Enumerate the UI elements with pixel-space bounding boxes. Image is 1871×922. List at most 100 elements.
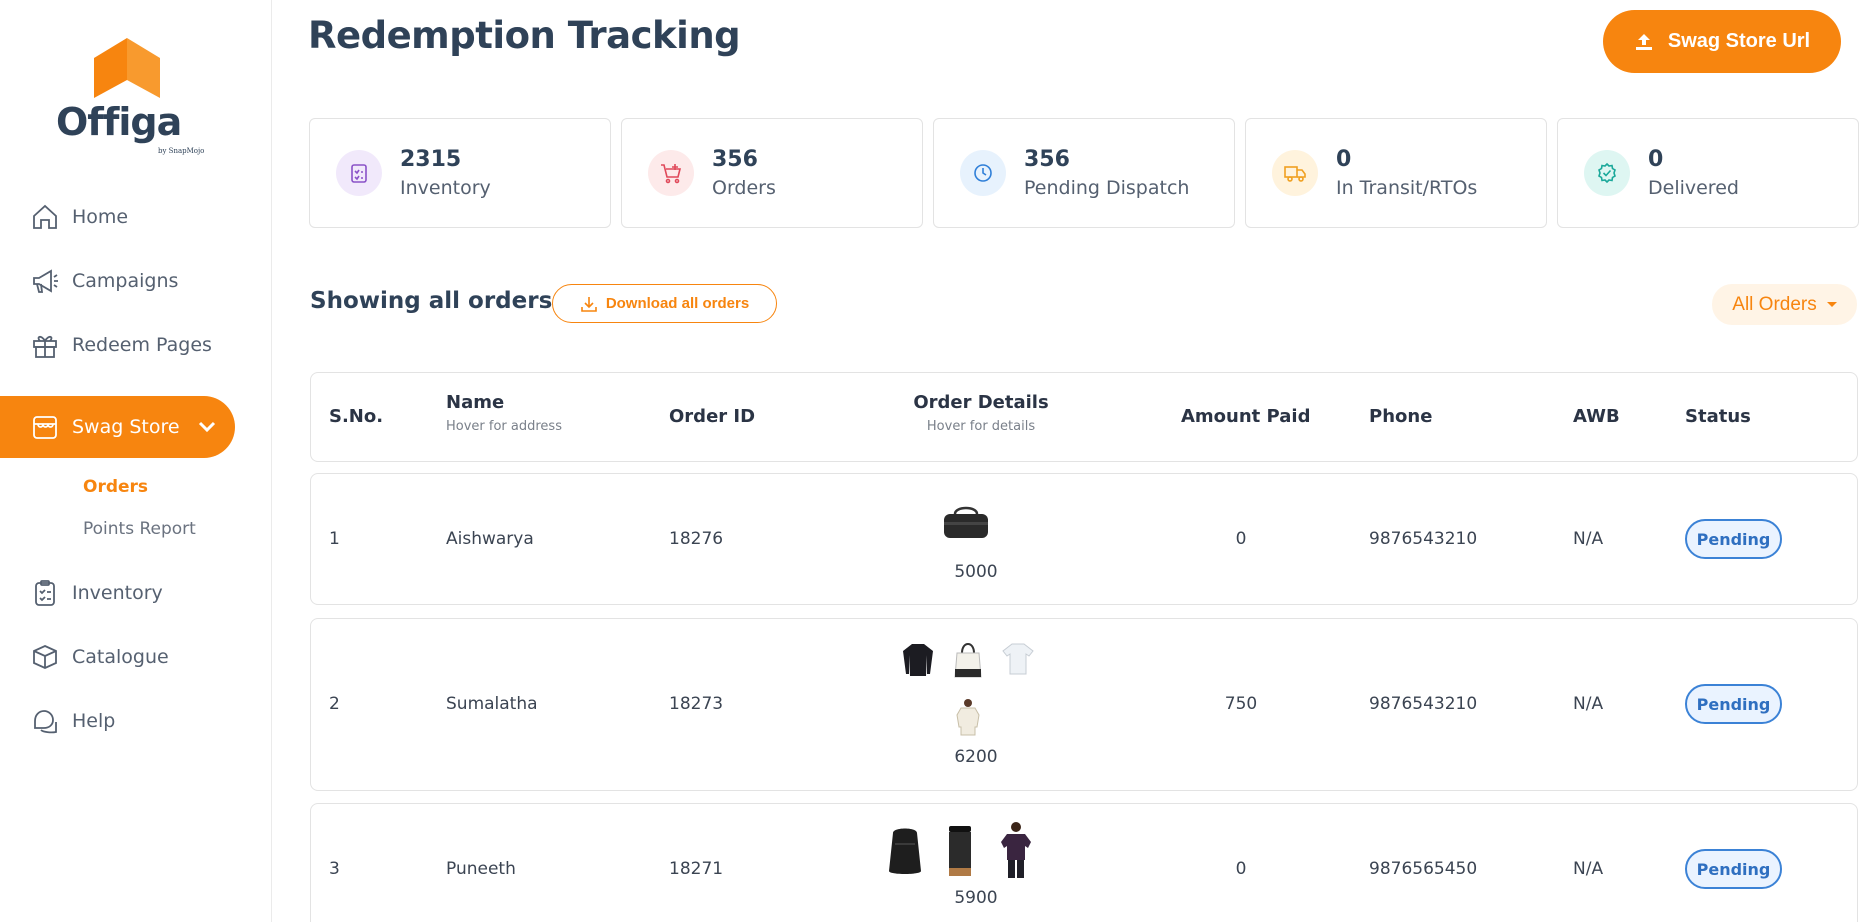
tshirt-model-image[interactable]	[997, 820, 1035, 880]
column-header-phone: Phone	[1369, 406, 1433, 427]
offiga-logo[interactable]: Offiga by SnapMojo	[56, 38, 206, 158]
tote-bag-image[interactable]	[951, 639, 985, 679]
sidebar-item-label: Help	[72, 710, 116, 732]
sidebar-item-help[interactable]: Help	[0, 697, 240, 745]
table-row[interactable]: 3 Puneeth 18271 5900 0 9876565450 N/A Pe…	[310, 803, 1858, 922]
download-icon	[580, 295, 598, 313]
stat-card-in-transit: 0 In Transit/RTOs	[1245, 118, 1547, 228]
download-all-orders-button[interactable]: Download all orders	[552, 284, 777, 323]
swag-store-url-label: Swag Store Url	[1667, 30, 1811, 52]
sidebar-item-label: Campaigns	[72, 270, 179, 292]
cell-awb: N/A	[1573, 529, 1604, 549]
cell-order-points: 5900	[954, 888, 998, 908]
clipboard-icon	[30, 578, 60, 608]
clipboard-icon	[336, 150, 382, 196]
stat-value: 0	[1336, 147, 1352, 172]
stat-card-pending-dispatch: 356 Pending Dispatch	[933, 118, 1235, 228]
cell-order-id: 18273	[669, 694, 724, 714]
sidebar-subitem-points-report[interactable]: Points Report	[83, 519, 196, 539]
status-badge[interactable]: Pending	[1685, 684, 1782, 724]
orders-heading: Showing all orders	[310, 288, 553, 314]
sidebar-item-catalogue[interactable]: Catalogue	[0, 633, 240, 681]
column-header-sno: S.No.	[329, 406, 384, 427]
stat-card-inventory: 2315 Inventory	[309, 118, 611, 228]
cell-sno: 3	[329, 859, 340, 879]
column-header-order-id: Order ID	[669, 406, 756, 427]
stat-card-orders: 356 Orders	[621, 118, 923, 228]
chat-icon	[30, 706, 60, 736]
column-header-awb: AWB	[1573, 406, 1620, 427]
sidebar-item-label: Inventory	[72, 582, 163, 604]
stat-value: 2315	[400, 147, 462, 172]
download-all-orders-label: Download all orders	[605, 295, 750, 312]
stat-label: Orders	[712, 177, 776, 199]
home-icon	[30, 202, 60, 232]
stat-label: Pending Dispatch	[1024, 177, 1190, 199]
chevron-down-icon[interactable]	[198, 416, 216, 438]
cell-order-id: 18276	[669, 529, 724, 549]
cell-order-points: 5000	[954, 562, 998, 582]
stat-value: 0	[1648, 147, 1664, 172]
box-icon	[30, 642, 60, 672]
stat-value: 356	[712, 147, 758, 172]
sidebar-item-inventory[interactable]: Inventory	[0, 569, 240, 617]
status-badge[interactable]: Pending	[1685, 849, 1782, 889]
table-row[interactable]: 2 Sumalatha 18273 6200 750 9876543210 N/…	[310, 618, 1858, 791]
cell-amount-paid: 0	[1235, 859, 1247, 879]
megaphone-icon	[30, 266, 60, 296]
stat-card-delivered: 0 Delivered	[1557, 118, 1859, 228]
column-header-name-hint: Hover for address	[446, 419, 562, 434]
cell-phone: 9876565450	[1369, 859, 1478, 879]
sidebar-item-label: Home	[72, 206, 129, 228]
column-header-details-hint: Hover for details	[926, 419, 1036, 434]
tshirt-image[interactable]	[1001, 641, 1035, 677]
cell-sno: 2	[329, 694, 340, 714]
sidebar-item-swag-store[interactable]: Swag Store	[0, 396, 235, 458]
cell-name[interactable]: Puneeth	[446, 859, 516, 879]
cell-awb: N/A	[1573, 694, 1604, 714]
table-row[interactable]: 1 Aishwarya 18276 5000 0 9876543210 N/A …	[310, 473, 1858, 605]
cell-amount-paid: 0	[1235, 529, 1247, 549]
column-header-details-label: Order Details	[913, 392, 1049, 413]
column-header-amount-paid: Amount Paid	[1181, 406, 1311, 427]
gift-icon	[30, 330, 60, 360]
sidebar-subitem-orders[interactable]: Orders	[83, 477, 148, 497]
sidebar: Offiga by SnapMojo Home Campaigns Redeem…	[0, 0, 272, 922]
orders-table-header: S.No. Name Hover for address Order ID Or…	[310, 372, 1858, 462]
sweatshirt-image[interactable]	[901, 641, 935, 679]
duffel-bag-image[interactable]	[941, 502, 991, 542]
swag-store-url-button[interactable]: Swag Store Url	[1603, 10, 1841, 73]
sidebar-item-label: Catalogue	[72, 646, 169, 668]
cell-order-points: 6200	[954, 747, 998, 767]
sidebar-item-home[interactable]: Home	[0, 193, 240, 241]
stat-label: Delivered	[1648, 177, 1739, 199]
caret-down-icon	[1826, 302, 1837, 307]
cell-name[interactable]: Aishwarya	[446, 529, 534, 549]
cell-sno: 1	[329, 529, 340, 549]
brand-byline: by SnapMojo	[158, 147, 205, 155]
tumbler-image[interactable]	[943, 824, 977, 878]
sidebar-item-label: Redeem Pages	[72, 334, 212, 356]
stat-label: Inventory	[400, 177, 491, 199]
cell-name[interactable]: Sumalatha	[446, 694, 538, 714]
check-circle-icon	[1584, 150, 1630, 196]
sidebar-item-campaigns[interactable]: Campaigns	[0, 257, 240, 305]
cell-order-id: 18271	[669, 859, 724, 879]
orders-filter-label: All Orders	[1732, 293, 1817, 315]
cell-phone: 9876543210	[1369, 529, 1478, 549]
main-content: Redemption Tracking Swag Store Url 2315 …	[272, 0, 1871, 922]
orders-filter-dropdown[interactable]: All Orders	[1712, 284, 1857, 325]
cell-amount-paid: 750	[1224, 694, 1258, 714]
status-badge[interactable]: Pending	[1685, 519, 1782, 559]
column-header-name-label: Name	[446, 392, 505, 413]
backpack-image[interactable]	[885, 825, 925, 877]
cell-phone: 9876543210	[1369, 694, 1478, 714]
truck-icon	[1272, 150, 1318, 196]
column-header-name: Name Hover for address	[446, 392, 562, 434]
sidebar-item-redeem-pages[interactable]: Redeem Pages	[0, 321, 240, 369]
shirt-image[interactable]	[951, 697, 985, 737]
upload-icon	[1634, 32, 1654, 52]
sidebar-item-label: Swag Store	[72, 416, 180, 438]
stat-value: 356	[1024, 147, 1070, 172]
cell-awb: N/A	[1573, 859, 1604, 879]
